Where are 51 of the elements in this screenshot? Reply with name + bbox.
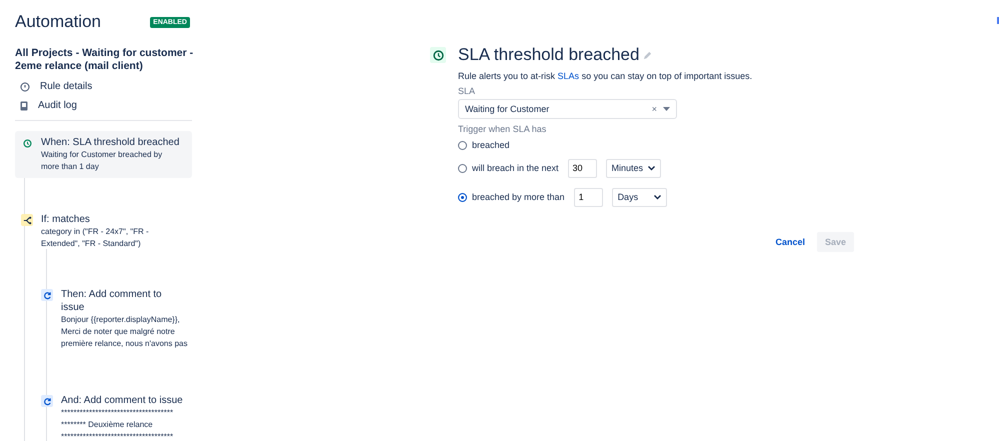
slas-link[interactable]: SLAs [558,71,580,81]
step-title: And: Add comment to issue [61,394,183,407]
nav-label: Audit log [38,100,77,111]
rule-step[interactable]: If: matches category in ("FR - 24x7", "FR - Extended", "FR - Standard") [15,208,192,255]
step-summary: Bonjour {{reporter.displayName}}, [61,314,181,326]
cancel-button[interactable]: Cancel [775,232,805,252]
unit-select[interactable]: Days [612,188,667,206]
refresh-icon [41,395,53,407]
step-summary: ************************************ [61,407,174,419]
branch-icon [21,214,33,226]
chevron-icon [648,166,655,170]
sla-label: SLA [458,86,476,96]
step-summary: ************************************ [61,431,174,441]
nav-label: Rule details [40,81,92,92]
clear-icon[interactable]: × [652,104,657,114]
amount-field[interactable]: 1 [574,188,603,206]
step-title: When: SLA threshold breached [41,136,180,149]
step-summary: première relance, nous n'avons pas [61,338,188,350]
step-title: Then: Add comment to issue [61,288,163,314]
rule-step[interactable]: And: Add comment to issue ************************************ ******** Deuxième relance ************************************ [35,389,192,441]
clock-icon [21,137,33,149]
description: Rule alerts you to at-risk SLAs so you can stay on top of important issues. [458,71,754,81]
rule-step[interactable]: When: SLA threshold breached Waiting for Customer breached by more than 1 day [15,131,192,178]
step-summary: Merci de noter que malgré notre [61,326,176,338]
step-summary: Waiting for Customer breached by more than 1 day [41,149,164,173]
caret-icon [663,107,670,111]
radio-button[interactable] [458,192,467,202]
nav-link[interactable]: Rule details [20,81,196,92]
chevron-icon [654,194,661,200]
step-title: If: matches [41,213,91,226]
option-label: breached [472,140,510,150]
radio-button[interactable] [458,164,467,172]
document-icon [20,100,28,110]
sla-select[interactable]: Waiting for Customer × [458,99,677,119]
amount-field[interactable]: 30 [568,158,597,178]
step-summary: ******** Deuxième relance [61,419,154,431]
option-label: will breach in the next [472,163,559,173]
refresh-icon [41,289,53,301]
info-icon [20,82,30,92]
rule-step[interactable]: Then: Add comment to issue Bonjour {{reporter.displayName}}, Merci de noter que malgré notre première relance, nous n'avons pas [35,283,192,355]
trigger-label: Trigger when SLA has [458,124,548,134]
nav-link[interactable]: Audit log [20,100,196,111]
radio-button[interactable] [458,140,467,150]
panel-title: SLA threshold breached [458,45,640,65]
unit-select[interactable]: Minutes [606,158,661,178]
step-summary: category in ("FR - 24x7", "FR - Extended", "FR - Standard") [41,226,150,250]
clock-icon [430,47,446,63]
page-title: Automation [15,12,101,32]
edge-mark [997,17,999,24]
rule-name: All Projects - Waiting for customer - 2eme relance (mail client) [15,47,194,73]
option-label: breached by more than [472,192,565,202]
